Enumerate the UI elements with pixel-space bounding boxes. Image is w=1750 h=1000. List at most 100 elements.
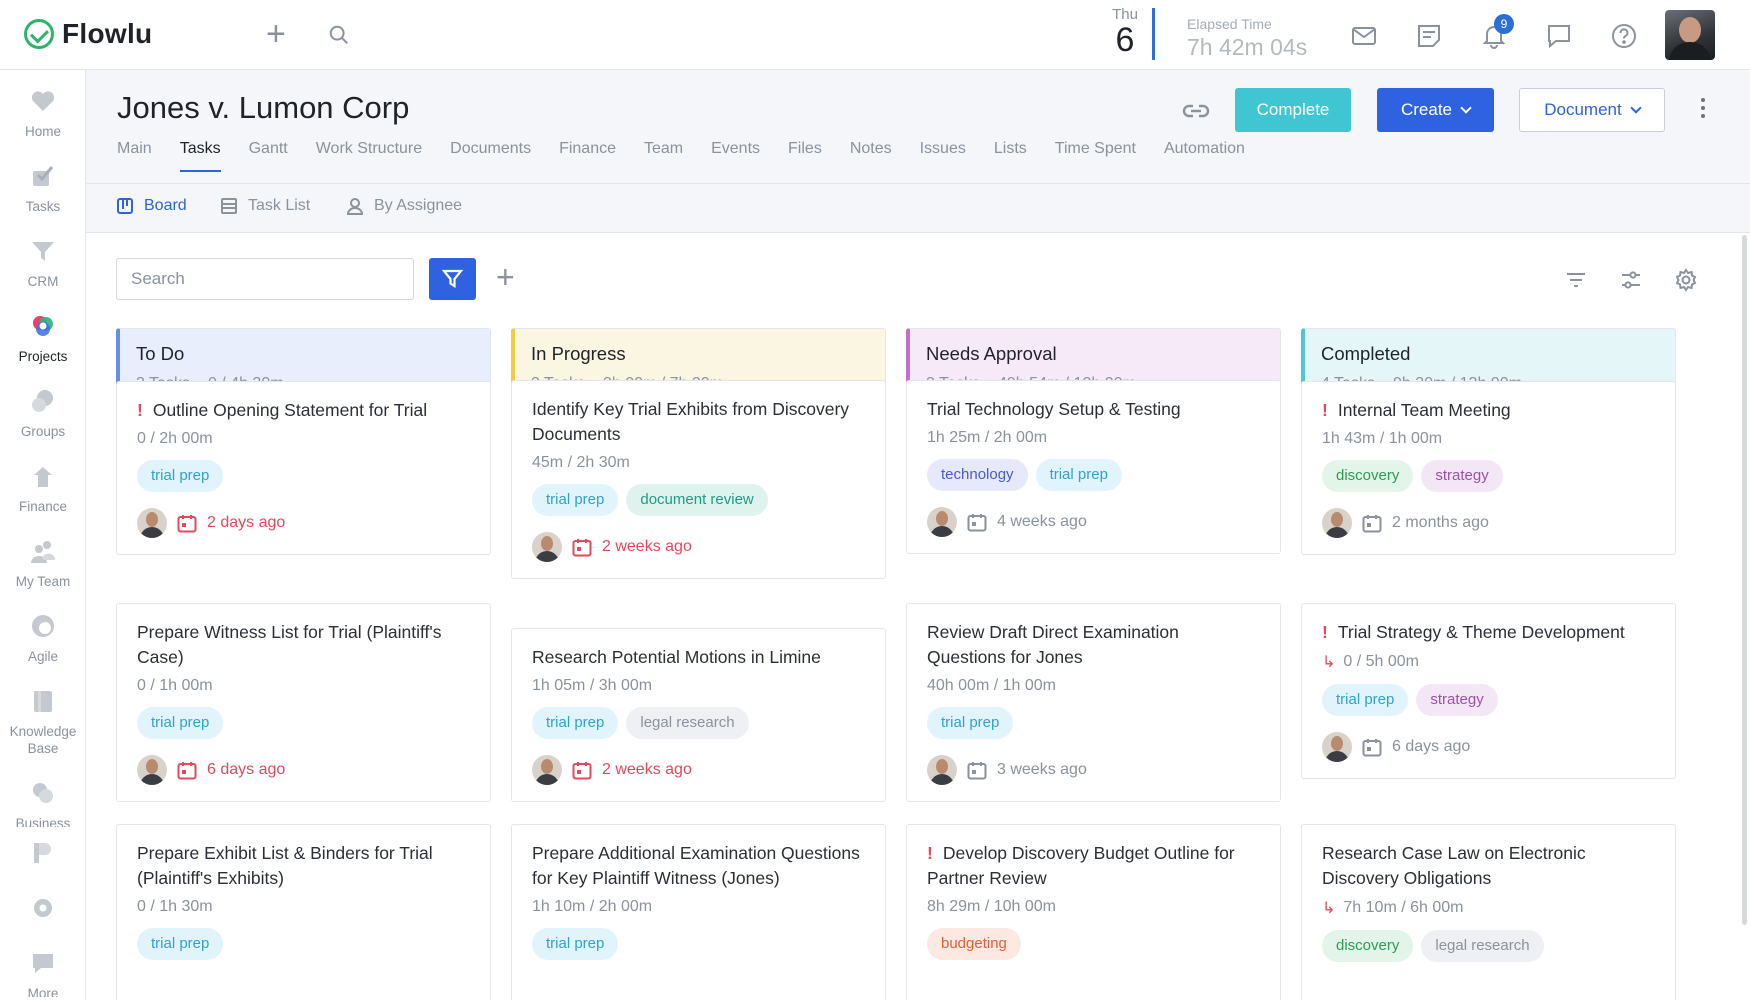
- tab-finance[interactable]: Finance: [559, 140, 616, 172]
- tab-automation[interactable]: Automation: [1164, 140, 1245, 172]
- task-title[interactable]: Prepare Additional Examination Questions…: [532, 841, 865, 891]
- task-title[interactable]: Trial Technology Setup & Testing: [927, 397, 1260, 422]
- tab-gantt[interactable]: Gantt: [249, 140, 288, 172]
- link-icon[interactable]: [1180, 98, 1212, 124]
- tag-badge[interactable]: trial prep: [137, 460, 224, 492]
- task-title[interactable]: Prepare Witness List for Trial (Plaintif…: [137, 620, 470, 670]
- tag-badge[interactable]: discovery: [1322, 460, 1414, 492]
- task-card[interactable]: ! Outline Opening Statement for Trial 0 / …: [116, 381, 491, 555]
- task-card[interactable]: Prepare Exhibit List & Binders for Trial…: [116, 824, 491, 1000]
- search-icon[interactable]: [328, 24, 350, 46]
- document-button[interactable]: Document: [1519, 88, 1665, 132]
- tag-badge[interactable]: technology: [927, 459, 1028, 491]
- tag-badge[interactable]: trial prep: [532, 928, 619, 960]
- tag-badge[interactable]: trial prep: [532, 707, 619, 739]
- tag-badge[interactable]: legal research: [1421, 930, 1544, 962]
- notes-icon[interactable]: [1415, 22, 1443, 50]
- tag-badge[interactable]: trial prep: [137, 928, 224, 960]
- task-title[interactable]: ! Outline Opening Statement for Trial: [137, 398, 470, 423]
- tab-tasks[interactable]: Tasks: [179, 140, 221, 172]
- create-button[interactable]: Create: [1377, 88, 1494, 132]
- tag-badge[interactable]: trial prep: [532, 484, 619, 516]
- chat-icon[interactable]: [1545, 22, 1573, 50]
- elapsed-time-widget[interactable]: Elapsed Time 7h 42m 04s: [1187, 16, 1307, 61]
- sidebar-item-my-team[interactable]: My Team: [0, 538, 85, 590]
- tab-notes[interactable]: Notes: [850, 140, 892, 172]
- tag-badge[interactable]: strategy: [1416, 684, 1498, 716]
- sidebar-item-finance[interactable]: Finance: [0, 463, 85, 515]
- gear-icon[interactable]: [1674, 268, 1698, 292]
- sidebar-item-settings[interactable]: [0, 895, 85, 930]
- complete-button[interactable]: Complete: [1235, 88, 1351, 132]
- tab-documents[interactable]: Documents: [450, 140, 531, 172]
- sidebar-item-home[interactable]: Home: [0, 88, 85, 140]
- task-card[interactable]: Review Draft Direct Examination Question…: [906, 603, 1281, 802]
- board-scrollbar[interactable]: [1742, 235, 1747, 925]
- filter-button[interactable]: [429, 258, 476, 300]
- tag-badge[interactable]: trial prep: [137, 707, 224, 739]
- view-task-list[interactable]: Task List: [220, 197, 310, 215]
- assignee-avatar[interactable]: [532, 532, 562, 562]
- task-card[interactable]: Prepare Additional Examination Questions…: [511, 824, 886, 1000]
- assignee-avatar[interactable]: [1322, 732, 1352, 762]
- more-options-icon[interactable]: [1701, 98, 1707, 122]
- sidebar-item-business[interactable]: Business: [0, 780, 85, 827]
- assignee-avatar[interactable]: [927, 507, 957, 537]
- tag-badge[interactable]: document review: [626, 484, 768, 516]
- tab-main[interactable]: Main: [117, 140, 152, 172]
- assignee-avatar[interactable]: [1322, 508, 1352, 538]
- task-title[interactable]: Review Draft Direct Examination Question…: [927, 620, 1260, 670]
- tab-time-spent[interactable]: Time Spent: [1055, 140, 1136, 172]
- task-title[interactable]: ! Develop Discovery Budget Outline for Pa…: [927, 841, 1260, 891]
- task-card[interactable]: Research Case Law on Electronic Discover…: [1301, 824, 1676, 1000]
- tab-files[interactable]: Files: [788, 140, 822, 172]
- tab-issues[interactable]: Issues: [920, 140, 966, 172]
- sort-icon[interactable]: [1564, 268, 1588, 292]
- task-title[interactable]: Identify Key Trial Exhibits from Discove…: [532, 397, 865, 447]
- date-widget[interactable]: Thu 6: [1110, 6, 1140, 57]
- sidebar-item-knowledge-base[interactable]: Knowledge Base: [0, 688, 85, 757]
- sidebar-item-tasks[interactable]: Tasks: [0, 163, 85, 215]
- assignee-avatar[interactable]: [137, 508, 167, 538]
- tab-lists[interactable]: Lists: [994, 140, 1027, 172]
- sidebar-item-parking[interactable]: [0, 840, 85, 875]
- tab-team[interactable]: Team: [644, 140, 683, 172]
- assignee-avatar[interactable]: [137, 755, 167, 785]
- task-card[interactable]: ! Develop Discovery Budget Outline for Pa…: [906, 824, 1281, 1000]
- task-title[interactable]: Prepare Exhibit List & Binders for Trial…: [137, 841, 470, 891]
- quick-add-plus-icon[interactable]: +: [266, 17, 286, 51]
- task-card[interactable]: Prepare Witness List for Trial (Plaintif…: [116, 603, 491, 802]
- tag-badge[interactable]: trial prep: [927, 707, 1014, 739]
- tab-events[interactable]: Events: [711, 140, 760, 172]
- task-card[interactable]: Research Potential Motions in Limine 1h 0…: [511, 628, 886, 802]
- task-title[interactable]: Research Case Law on Electronic Discover…: [1322, 841, 1655, 891]
- task-title[interactable]: Research Potential Motions in Limine: [532, 645, 865, 670]
- sliders-icon[interactable]: [1619, 268, 1643, 292]
- sidebar-item-more[interactable]: More: [0, 950, 85, 997]
- tag-badge[interactable]: trial prep: [1322, 684, 1409, 716]
- help-icon[interactable]: [1610, 22, 1638, 50]
- sidebar-item-projects[interactable]: Projects: [0, 313, 85, 365]
- mail-icon[interactable]: [1350, 22, 1378, 50]
- task-card[interactable]: Identify Key Trial Exhibits from Discove…: [511, 380, 886, 579]
- tag-badge[interactable]: budgeting: [927, 928, 1021, 960]
- tag-badge[interactable]: legal research: [626, 707, 749, 739]
- add-column-plus-icon[interactable]: +: [496, 259, 515, 295]
- app-logo[interactable]: Flowlu: [24, 18, 152, 50]
- task-title[interactable]: ! Trial Strategy & Theme Development: [1322, 620, 1655, 645]
- task-card[interactable]: ! Trial Strategy & Theme Development ↳ 0 / …: [1301, 603, 1676, 779]
- view-board[interactable]: Board: [116, 197, 187, 215]
- task-card[interactable]: ! Internal Team Meeting 1h 43m / 1h 00m dis…: [1301, 381, 1676, 555]
- tag-badge[interactable]: discovery: [1322, 930, 1414, 962]
- task-card[interactable]: Trial Technology Setup & Testing 1h 25m /…: [906, 380, 1281, 554]
- search-input[interactable]: Search: [116, 258, 414, 300]
- assignee-avatar[interactable]: [927, 755, 957, 785]
- tag-badge[interactable]: trial prep: [1035, 459, 1122, 491]
- sidebar-item-groups[interactable]: Groups: [0, 388, 85, 440]
- task-title[interactable]: ! Internal Team Meeting: [1322, 398, 1655, 423]
- sidebar-item-crm[interactable]: CRM: [0, 238, 85, 290]
- view-by-assignee[interactable]: By Assignee: [346, 197, 462, 215]
- tag-badge[interactable]: strategy: [1421, 460, 1503, 492]
- user-avatar[interactable]: [1665, 10, 1715, 60]
- tab-work-structure[interactable]: Work Structure: [316, 140, 422, 172]
